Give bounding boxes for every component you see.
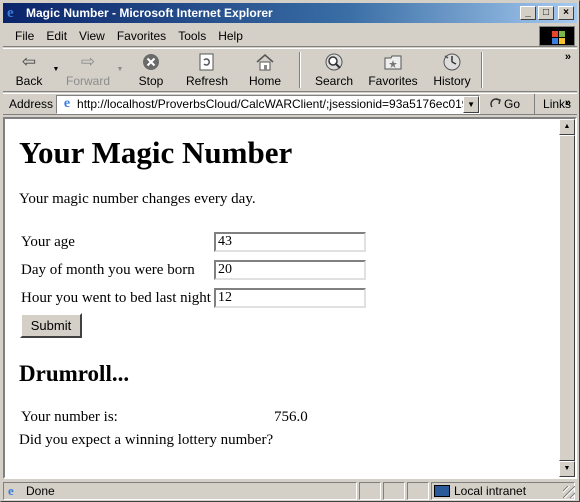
browser-window: e Magic Number - Microsoft Internet Expl…	[0, 0, 580, 502]
search-button[interactable]: Search	[307, 49, 361, 91]
web-page: Your Magic Number Your magic number chan…	[5, 119, 559, 477]
back-button[interactable]: ⇦ Back	[7, 49, 51, 91]
address-label: Address	[9, 97, 54, 111]
back-dropdown-icon[interactable]: ▼	[51, 66, 61, 73]
result-value: 756.0	[274, 409, 308, 425]
go-arrow-icon	[490, 97, 502, 112]
status-bar: e Done Local intranet	[3, 481, 577, 500]
page-icon: e	[63, 96, 71, 111]
title-bar[interactable]: e Magic Number - Microsoft Internet Expl…	[3, 3, 577, 23]
menu-tools[interactable]: Tools	[172, 29, 212, 43]
menu-help[interactable]: Help	[212, 29, 249, 43]
favorites-icon	[381, 52, 405, 72]
refresh-label: Refresh	[185, 74, 229, 88]
scroll-down-icon[interactable]: ▼	[559, 461, 575, 477]
windows-logo-icon	[539, 26, 575, 46]
menu-favorites[interactable]: Favorites	[111, 29, 172, 43]
stop-icon	[139, 52, 163, 72]
menu-bar: File Edit View Favorites Tools Help	[3, 25, 577, 47]
ie-logo-icon: e	[7, 5, 14, 21]
home-label: Home	[248, 74, 281, 88]
resize-grip-icon[interactable]	[563, 486, 575, 498]
menu-edit[interactable]: Edit	[40, 29, 73, 43]
address-url: http://localhost/ProverbsCloud/CalcWARCl…	[77, 97, 464, 111]
go-button[interactable]: Go	[490, 97, 520, 112]
favorites-label: Favorites	[368, 74, 418, 88]
favorites-button[interactable]: Favorites	[361, 49, 425, 91]
menu-file[interactable]: File	[9, 29, 40, 43]
stop-button[interactable]: Stop	[125, 49, 177, 91]
maximize-button[interactable]: □	[538, 6, 554, 20]
stop-label: Stop	[138, 74, 164, 88]
vertical-scrollbar[interactable]: ▲ ▼	[559, 119, 575, 477]
links-chevron-icon[interactable]: »	[565, 97, 571, 109]
bedtime-hour-label: Hour you went to bed last night	[21, 290, 211, 306]
standard-toolbar: ⇦ Back ▼ ⇨ Forward ▼ Stop Refresh Home S…	[3, 48, 577, 92]
forward-arrow-icon: ⇨	[80, 52, 96, 71]
status-main: e Done	[3, 481, 357, 500]
age-label: Your age	[21, 234, 75, 250]
toolbar-chevron-icon[interactable]: »	[565, 51, 571, 63]
birth-day-input[interactable]	[214, 260, 366, 280]
age-input[interactable]	[214, 232, 366, 252]
toolbar-separator	[299, 52, 301, 88]
intranet-zone-icon	[434, 484, 450, 497]
status-cell	[359, 481, 381, 500]
search-label: Search	[314, 74, 354, 88]
forward-label: Forward	[65, 74, 110, 88]
status-text: Done	[26, 483, 55, 498]
toolbar-separator	[481, 52, 483, 88]
lottery-question: Did you expect a winning lottery number?	[19, 432, 274, 448]
result-heading: Drumroll...	[19, 361, 130, 386]
menu-view[interactable]: View	[73, 29, 111, 43]
zone-label: Local intranet	[454, 483, 527, 498]
history-icon	[440, 52, 464, 72]
intro-text: Your magic number changes every day.	[19, 191, 256, 207]
address-bar: Address e http://localhost/ProverbsCloud…	[3, 93, 577, 115]
home-button[interactable]: Home	[237, 49, 293, 91]
refresh-icon	[195, 52, 219, 72]
window-title: Magic Number - Microsoft Internet Explor…	[26, 6, 273, 20]
submit-button[interactable]: Submit	[20, 313, 82, 338]
search-icon	[322, 52, 346, 72]
close-button[interactable]: ×	[558, 6, 574, 20]
scroll-up-icon[interactable]: ▲	[559, 119, 575, 135]
bedtime-hour-input[interactable]	[214, 288, 366, 308]
history-label: History	[433, 74, 471, 88]
refresh-button[interactable]: Refresh	[177, 49, 237, 91]
scrollbar-thumb[interactable]	[559, 135, 575, 461]
page-title: Your Magic Number	[19, 135, 293, 170]
birth-day-label: Day of month you were born	[21, 262, 195, 278]
go-label: Go	[504, 97, 521, 111]
minimize-button[interactable]: _	[520, 6, 536, 20]
status-cell	[407, 481, 429, 500]
address-dropdown-icon[interactable]: ▼	[463, 95, 480, 113]
status-cell	[383, 481, 405, 500]
result-label: Your number is:	[21, 409, 118, 425]
home-icon	[253, 52, 277, 72]
forward-button[interactable]: ⇨ Forward	[61, 49, 115, 91]
content-viewport: Your Magic Number Your magic number chan…	[3, 117, 577, 479]
security-zone: Local intranet	[431, 481, 575, 500]
forward-dropdown-icon[interactable]: ▼	[115, 66, 125, 73]
address-input[interactable]: e http://localhost/ProverbsCloud/CalcWAR…	[56, 94, 481, 114]
back-arrow-icon: ⇦	[21, 52, 37, 71]
history-button[interactable]: History	[425, 49, 479, 91]
back-label: Back	[15, 74, 43, 88]
page-done-icon: e	[8, 482, 14, 498]
